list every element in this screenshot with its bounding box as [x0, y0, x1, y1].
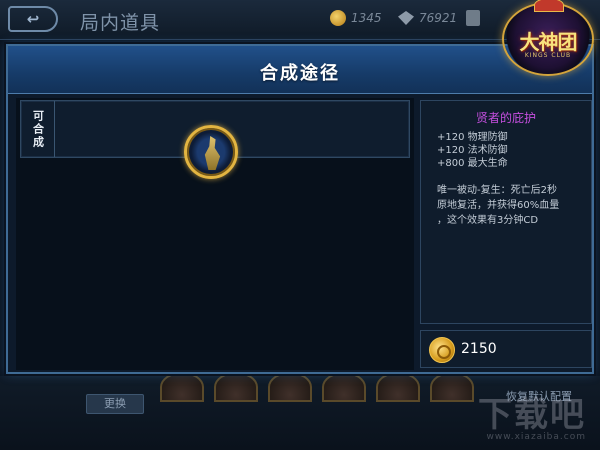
diamond-icon	[398, 11, 414, 25]
dialog-title: 合成途径	[260, 63, 340, 84]
watermark-text: 下载吧	[478, 395, 586, 435]
diamond-amount: 76921	[419, 11, 458, 25]
gold-coin-icon	[330, 10, 346, 26]
back-icon[interactable]: ↩	[8, 6, 58, 32]
logo-subtitle: KINGS CLUB	[524, 52, 572, 59]
logo-crest-icon	[534, 0, 564, 12]
swap-button[interactable]: 更换	[86, 394, 144, 414]
passive-line: 原地复活，并获得60%血量	[437, 200, 560, 211]
logo: 大神团 KINGS CLUB	[502, 0, 594, 76]
diamond-currency: 76921	[398, 10, 481, 26]
stat-line: +800 最大生命	[437, 158, 508, 169]
stat-line: +120 物理防御	[437, 132, 508, 143]
watermark-url: www.xiazaiba.com	[486, 432, 586, 442]
item-detail-panel: 贤者的庇护 +120 物理防御 +120 法术防御 +800 最大生命 唯一被动…	[420, 98, 592, 370]
gold-amount: 1345	[351, 11, 382, 25]
equipment-slot[interactable]	[322, 372, 366, 402]
equipment-slot[interactable]	[376, 372, 420, 402]
stat-line: +120 法术防御	[437, 145, 508, 156]
page-title: 局内道具	[80, 12, 161, 34]
composition-dialog: 合成途径 可合成 贤者的庇护 +120 物理防御 +120 法术防御 +800 …	[6, 44, 594, 374]
coupon-icon	[466, 10, 481, 26]
gold-coin-icon	[429, 337, 455, 363]
sage-protection-item-icon[interactable]	[184, 125, 238, 179]
item-info-box: 贤者的庇护 +120 物理防御 +120 法术防御 +800 最大生命 唯一被动…	[420, 100, 592, 324]
equipment-slot[interactable]	[160, 372, 204, 402]
item-price-box: 2150	[420, 330, 592, 368]
passive-line: 唯一被动-复生：死亡后2秒	[437, 185, 557, 196]
watermark: 下载吧 www.xiazaiba.com	[478, 387, 586, 442]
passive-line: ，这个效果有3分钟CD	[437, 215, 539, 226]
can-compose-label: 可合成	[21, 101, 55, 157]
item-passive: 唯一被动-复生：死亡后2秒 原地复活，并获得60%血量 ，这个效果有3分钟CD	[437, 183, 587, 228]
equipment-slot[interactable]	[214, 372, 258, 402]
gold-currency: 1345	[330, 10, 382, 26]
equipment-slot[interactable]	[430, 372, 474, 402]
item-stats: +120 物理防御 +120 法术防御 +800 最大生命	[437, 131, 508, 170]
armor-figure-icon	[204, 136, 221, 170]
logo-text: 大神团	[519, 30, 578, 54]
item-price: 2150	[461, 341, 497, 357]
equipment-slot[interactable]	[268, 372, 312, 402]
item-name: 贤者的庇护	[475, 111, 536, 125]
